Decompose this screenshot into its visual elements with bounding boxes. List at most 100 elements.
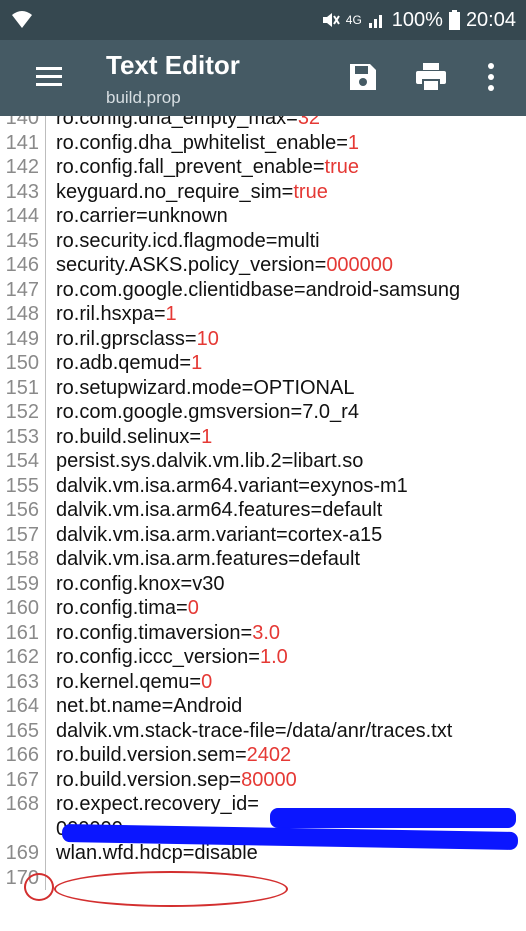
line-text: net.bt.name=Android: [46, 694, 242, 719]
app-bar: Text Editor build.prop: [0, 40, 526, 116]
line-text: keyguard.no_require_sim=true: [46, 180, 328, 205]
property-value: 1: [165, 303, 177, 325]
code-line[interactable]: 164 net.bt.name=Android: [0, 694, 526, 719]
property-key: ro.expect.recovery_id=: [56, 793, 259, 815]
code-line[interactable]: 158 dalvik.vm.isa.arm.features=default: [0, 547, 526, 572]
line-number: 169: [0, 841, 46, 866]
property-value: 3.0: [252, 621, 281, 644]
line-text: dalvik.vm.isa.arm64.variant=exynos-m1: [46, 474, 408, 499]
code-line[interactable]: 152 ro.com.google.gmsversion=7.0_r4: [0, 400, 526, 425]
property-value: 32: [297, 116, 321, 129]
code-line[interactable]: 163 ro.kernel.qemu=0: [0, 669, 526, 694]
line-text: ro.config.dha_pwhitelist_enable=1: [46, 131, 359, 156]
property-value: 0: [187, 597, 199, 619]
code-line[interactable]: 159 ro.config.knox=v30: [0, 571, 526, 596]
line-text: ro.config.tima=0: [46, 596, 199, 621]
code-line[interactable]: 167 ro.build.version.sep=80000: [0, 767, 526, 792]
line-text: ro.config.fall_prevent_enable=true: [46, 155, 359, 180]
line-text: dalvik.vm.isa.arm.variant=cortex-a15: [46, 523, 382, 548]
code-line[interactable]: 150 ro.adb.qemud=1: [0, 351, 526, 376]
code-line[interactable]: 143 keyguard.no_require_sim=true: [0, 179, 526, 205]
property-key: dalvik.vm.stack-trace-file=/data/anr/tra…: [56, 719, 453, 742]
line-number: 163: [0, 669, 46, 694]
redaction-mark: [270, 808, 516, 828]
clock: 20:04: [465, 8, 516, 31]
property-key: ro.security.icd.flagmode=multi: [56, 229, 320, 252]
wifi-icon: [12, 11, 32, 28]
line-number: 167: [0, 767, 46, 792]
line-number: 140: [0, 116, 46, 131]
code-line[interactable]: 142 ro.config.fall_prevent_enable=true: [0, 155, 526, 180]
line-text: ro.config.dha_empty_max=32: [46, 116, 320, 131]
line-text: dalvik.vm.isa.arm64.features=default: [46, 498, 382, 523]
line-number: 166: [0, 743, 46, 768]
code-line[interactable]: 166 ro.build.version.sem=2402: [0, 743, 526, 768]
line-text: ro.com.google.clientidbase=android-samsu…: [46, 278, 460, 303]
property-value: 1: [347, 131, 359, 154]
line-text: ro.ril.gprsclass=10: [46, 327, 219, 352]
line-number: 159: [0, 571, 46, 596]
line-text: ro.com.google.gmsversion=7.0_r4: [46, 400, 359, 425]
code-line[interactable]: 165 dalvik.vm.stack-trace-file=/data/anr/…: [0, 718, 526, 744]
line-number: 143: [0, 179, 46, 204]
annotation-circle: [24, 873, 54, 901]
property-key: ro.config.knox=v30: [56, 572, 225, 595]
code-line[interactable]: 151 ro.setupwizard.mode=OPTIONAL: [0, 375, 526, 400]
line-number: 158: [0, 547, 46, 572]
code-line[interactable]: 157 dalvik.vm.isa.arm.variant=cortex-a15: [0, 522, 526, 548]
code-line[interactable]: 149 ro.ril.gprsclass=10: [0, 326, 526, 352]
more-vert-icon[interactable]: [486, 62, 496, 92]
line-number: 160: [0, 596, 46, 621]
property-key: wlan.wfd.hdcp=disable: [56, 842, 258, 864]
code-line[interactable]: 155 dalvik.vm.isa.arm64.variant=exynos-m1: [0, 473, 526, 499]
battery-icon: [448, 10, 460, 30]
property-key: ro.build.version.sep=: [56, 768, 242, 791]
file-name: build.prop: [106, 88, 181, 107]
property-value: 1: [201, 425, 213, 448]
code-line[interactable]: 160 ro.config.tima=0: [0, 596, 526, 621]
property-key: net.bt.name=Android: [56, 695, 243, 717]
line-text: ro.expect.recovery_id=: [46, 792, 259, 817]
property-value: 10: [196, 327, 219, 350]
line-number: 157: [0, 522, 46, 547]
line-text: ro.config.iccc_version=1.0: [46, 645, 288, 670]
menu-icon[interactable]: [36, 66, 62, 88]
code-line[interactable]: 144 ro.carrier=unknown: [0, 204, 526, 229]
property-key: ro.config.iccc_version=: [56, 646, 260, 668]
property-key: ro.config.dha_pwhitelist_enable=: [56, 131, 348, 154]
line-number: 156: [0, 498, 46, 523]
code-line[interactable]: 147 ro.com.google.clientidbase=android-sa…: [0, 277, 526, 303]
code-line[interactable]: 141 ro.config.dha_pwhitelist_enable=1: [0, 130, 526, 156]
save-icon[interactable]: [348, 62, 378, 92]
line-number: 162: [0, 645, 46, 670]
status-right: 4G 100% 20:04: [320, 8, 516, 32]
code-line[interactable]: 154 persist.sys.dalvik.vm.lib.2=libart.so: [0, 449, 526, 474]
code-line[interactable]: 146 security.ASKS.policy_version=000000: [0, 253, 526, 278]
line-number: 165: [0, 718, 46, 743]
code-line[interactable]: 153 ro.build.selinux=1: [0, 424, 526, 450]
code-line[interactable]: 162 ro.config.iccc_version=1.0: [0, 645, 526, 670]
code-line[interactable]: 140 ro.config.dha_empty_max=32: [0, 116, 526, 131]
line-text: dalvik.vm.stack-trace-file=/data/anr/tra…: [46, 719, 452, 744]
property-value: true: [324, 156, 359, 178]
line-text: ro.build.selinux=1: [46, 425, 212, 450]
print-icon[interactable]: [415, 62, 447, 92]
code-line[interactable]: 161 ro.config.timaversion=3.0: [0, 620, 526, 646]
line-number: 148: [0, 302, 46, 327]
line-number: 152: [0, 400, 46, 425]
line-number: 141: [0, 130, 46, 155]
mute-icon: [322, 13, 340, 27]
line-number: 146: [0, 253, 46, 278]
code-line[interactable]: 156 dalvik.vm.isa.arm64.features=default: [0, 498, 526, 523]
property-key: ro.com.google.gmsversion=7.0_r4: [56, 401, 359, 423]
line-number: 144: [0, 204, 46, 229]
property-value: 000000: [326, 254, 394, 276]
line-text: ro.config.timaversion=3.0: [46, 621, 280, 646]
property-key: ro.ril.hsxpa=: [56, 303, 166, 325]
code-line[interactable]: 148 ro.ril.hsxpa=1: [0, 302, 526, 327]
property-value: 80000: [241, 768, 297, 791]
code-line[interactable]: 145 ro.security.icd.flagmode=multi: [0, 228, 526, 253]
property-key: ro.config.fall_prevent_enable=: [56, 156, 325, 178]
line-number: 168: [0, 792, 46, 817]
network-type: 4G: [345, 13, 362, 27]
